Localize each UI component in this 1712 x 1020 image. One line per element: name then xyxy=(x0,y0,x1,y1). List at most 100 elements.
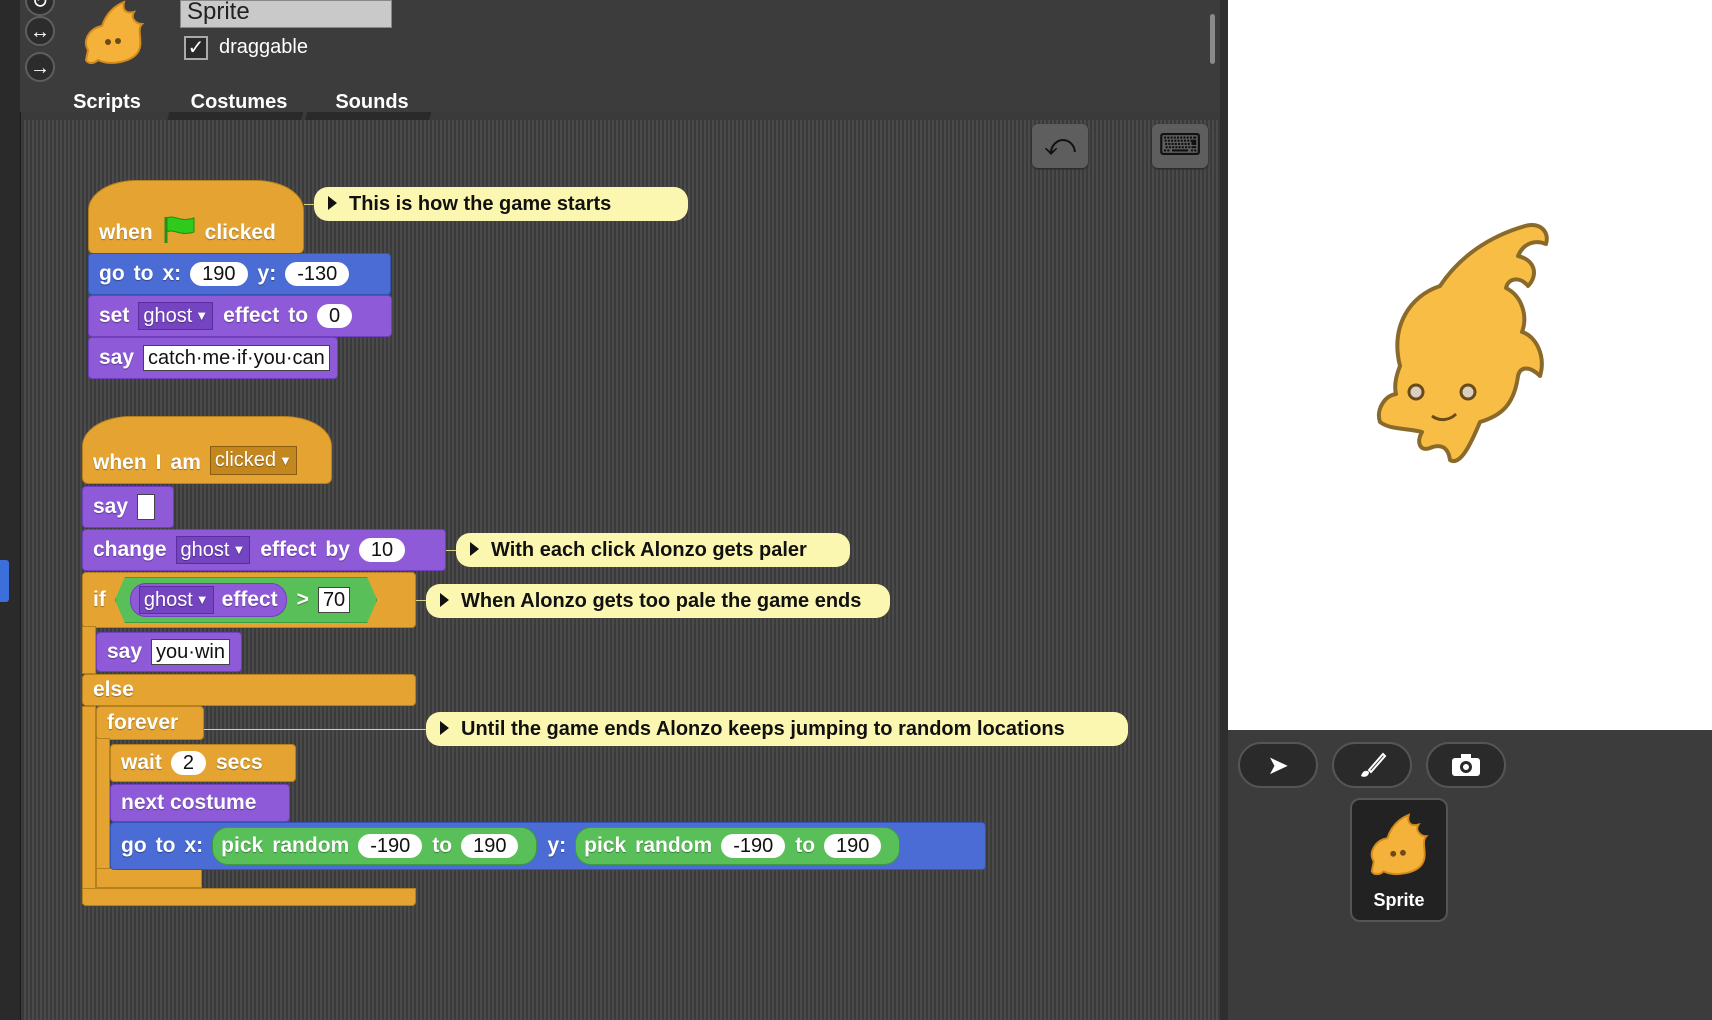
threshold-input[interactable]: 70 xyxy=(318,587,350,613)
word-effect: effect xyxy=(260,538,317,561)
say-text-input[interactable]: you·win xyxy=(151,639,230,665)
word-to: to xyxy=(288,304,309,327)
turtle-sprite-button[interactable]: ➤ xyxy=(1238,742,1318,788)
comment-gets-paler[interactable]: With each click Alonzo gets paler xyxy=(456,533,850,567)
hat-word-clicked: clicked xyxy=(204,221,276,244)
word-to: to xyxy=(155,834,176,857)
when-i-am-clicked-hat[interactable]: when Iam clicked ▼ xyxy=(82,416,332,484)
word-x: x: xyxy=(162,262,182,285)
stage-divider[interactable] xyxy=(1220,0,1228,1020)
camera-sprite-button[interactable] xyxy=(1426,742,1506,788)
say-block[interactable]: say catch·me·if·you·can xyxy=(88,337,338,379)
tab-sounds[interactable]: Sounds xyxy=(305,82,439,120)
vertical-scrollbar[interactable] xyxy=(1210,14,1215,64)
random-min-input[interactable]: -190 xyxy=(358,834,423,858)
hat-word-when: when xyxy=(99,221,153,244)
y-input[interactable]: -130 xyxy=(285,262,350,286)
x-input[interactable]: 190 xyxy=(190,262,248,286)
word-forever: forever xyxy=(107,711,179,734)
random-max-input[interactable]: 190 xyxy=(461,834,519,858)
brush-icon xyxy=(1361,752,1387,777)
comment-connector xyxy=(204,729,428,730)
word-pick: pick xyxy=(584,834,627,857)
word-if: if xyxy=(93,588,106,611)
wait-seconds-input[interactable]: 2 xyxy=(170,751,206,775)
collapse-triangle-icon[interactable] xyxy=(470,541,479,556)
word-to: to xyxy=(133,262,154,285)
sprite-corral-icon xyxy=(1370,813,1429,876)
say-text-input[interactable] xyxy=(137,494,156,520)
when-flag-clicked-hat[interactable]: when clicked xyxy=(88,180,304,254)
go-to-xy-block[interactable]: go to x: 190 y: -130 xyxy=(88,253,391,295)
word-pick: pick xyxy=(221,834,264,857)
comment-game-ends[interactable]: When Alonzo gets too pale the game ends xyxy=(426,584,890,618)
change-effect-block[interactable]: change ghost ▼ effect by 10 xyxy=(82,529,446,571)
sprite-thumbnail-icon xyxy=(84,0,145,64)
word-random: random xyxy=(635,834,713,857)
change-value-input[interactable]: 10 xyxy=(358,538,406,562)
undo-button[interactable]: ⤺ xyxy=(1032,124,1088,168)
rotate-none-button[interactable]: → xyxy=(25,52,55,82)
sprite-name-field[interactable]: Sprite xyxy=(180,0,392,28)
forever-bottom xyxy=(96,868,202,888)
event-dropdown[interactable]: clicked ▼ xyxy=(209,446,297,475)
collapse-triangle-icon[interactable] xyxy=(440,720,449,735)
say-text-input[interactable]: catch·me·if·you·can xyxy=(143,345,330,371)
word-to: to xyxy=(432,834,453,857)
word-say: say xyxy=(107,640,143,663)
pick-random-y-reporter[interactable]: pick random -190 to 190 xyxy=(575,827,901,865)
rotate-left-right-button[interactable]: ↔ xyxy=(25,16,55,46)
word-by: by xyxy=(325,538,350,561)
if-else-bottom xyxy=(82,888,416,906)
undo-icon: ⤺ xyxy=(1043,129,1077,162)
effect-dropdown[interactable]: ghost ▼ xyxy=(138,301,214,331)
keyboard-entry-button[interactable]: ⌨ xyxy=(1152,124,1208,168)
word-change: change xyxy=(93,538,167,561)
word-effect: effect xyxy=(221,588,278,611)
if-arm xyxy=(82,626,96,674)
word-x: x: xyxy=(184,834,204,857)
say-block-empty[interactable]: say xyxy=(82,486,174,528)
random-min-input[interactable]: -190 xyxy=(721,834,786,858)
sprite-corral-label: Sprite xyxy=(1373,890,1425,910)
keyboard-icon: ⌨ xyxy=(1158,129,1202,162)
comment-random-locations[interactable]: Until the game ends Alonzo keeps jumping… xyxy=(426,712,1128,746)
alonzo-sprite-on-stage[interactable] xyxy=(1360,216,1560,476)
forever-block[interactable]: forever xyxy=(96,706,204,740)
collapse-triangle-icon[interactable] xyxy=(328,195,337,210)
word-random: random xyxy=(272,834,350,857)
word-else: else xyxy=(93,678,134,701)
word-set: set xyxy=(99,304,130,327)
comment-game-start[interactable]: This is how the game starts xyxy=(314,187,688,221)
word-go: go xyxy=(99,262,125,285)
draggable-checkbox[interactable]: ✓ xyxy=(184,36,208,60)
word-say: say xyxy=(99,346,135,369)
else-arm xyxy=(82,706,96,904)
tab-costumes[interactable]: Costumes xyxy=(167,82,311,120)
paint-sprite-button[interactable] xyxy=(1332,742,1412,788)
hat-word-when: when xyxy=(93,451,147,474)
say-you-win-block[interactable]: say you·win xyxy=(96,632,242,672)
effect-value-input[interactable]: 0 xyxy=(317,304,353,328)
tab-scripts[interactable]: Scripts xyxy=(39,82,175,120)
word-wait: wait xyxy=(121,751,162,774)
palette-category-marker[interactable] xyxy=(0,560,9,602)
next-costume-label: next costume xyxy=(121,791,257,814)
effect-dropdown[interactable]: ghost ▼ xyxy=(175,535,251,565)
wait-secs-block[interactable]: wait 2 secs xyxy=(110,744,296,782)
greater-than-operator[interactable]: ghost ▼ effect > 70 xyxy=(115,577,377,623)
effect-dropdown[interactable]: ghost ▼ xyxy=(139,586,214,615)
word-say: say xyxy=(93,495,129,518)
pick-random-x-reporter[interactable]: pick random -190 to 190 xyxy=(212,827,538,865)
random-max-input[interactable]: 190 xyxy=(824,834,882,858)
hat-word-i: I xyxy=(155,451,162,474)
effect-reporter[interactable]: ghost ▼ effect xyxy=(130,583,287,617)
go-to-random-xy-block[interactable]: go to x: pick random -190 to 190 y: pick ran… xyxy=(110,822,986,870)
if-else-block[interactable]: if ghost ▼ effect > 70 xyxy=(82,572,416,628)
arrow-icon: ➤ xyxy=(1267,750,1289,780)
greater-than-symbol: > xyxy=(296,588,309,611)
forever-arm xyxy=(96,738,110,886)
next-costume-block[interactable]: next costume xyxy=(110,784,290,822)
set-effect-block[interactable]: set ghost ▼ effect to 0 xyxy=(88,295,392,337)
collapse-triangle-icon[interactable] xyxy=(440,592,449,607)
